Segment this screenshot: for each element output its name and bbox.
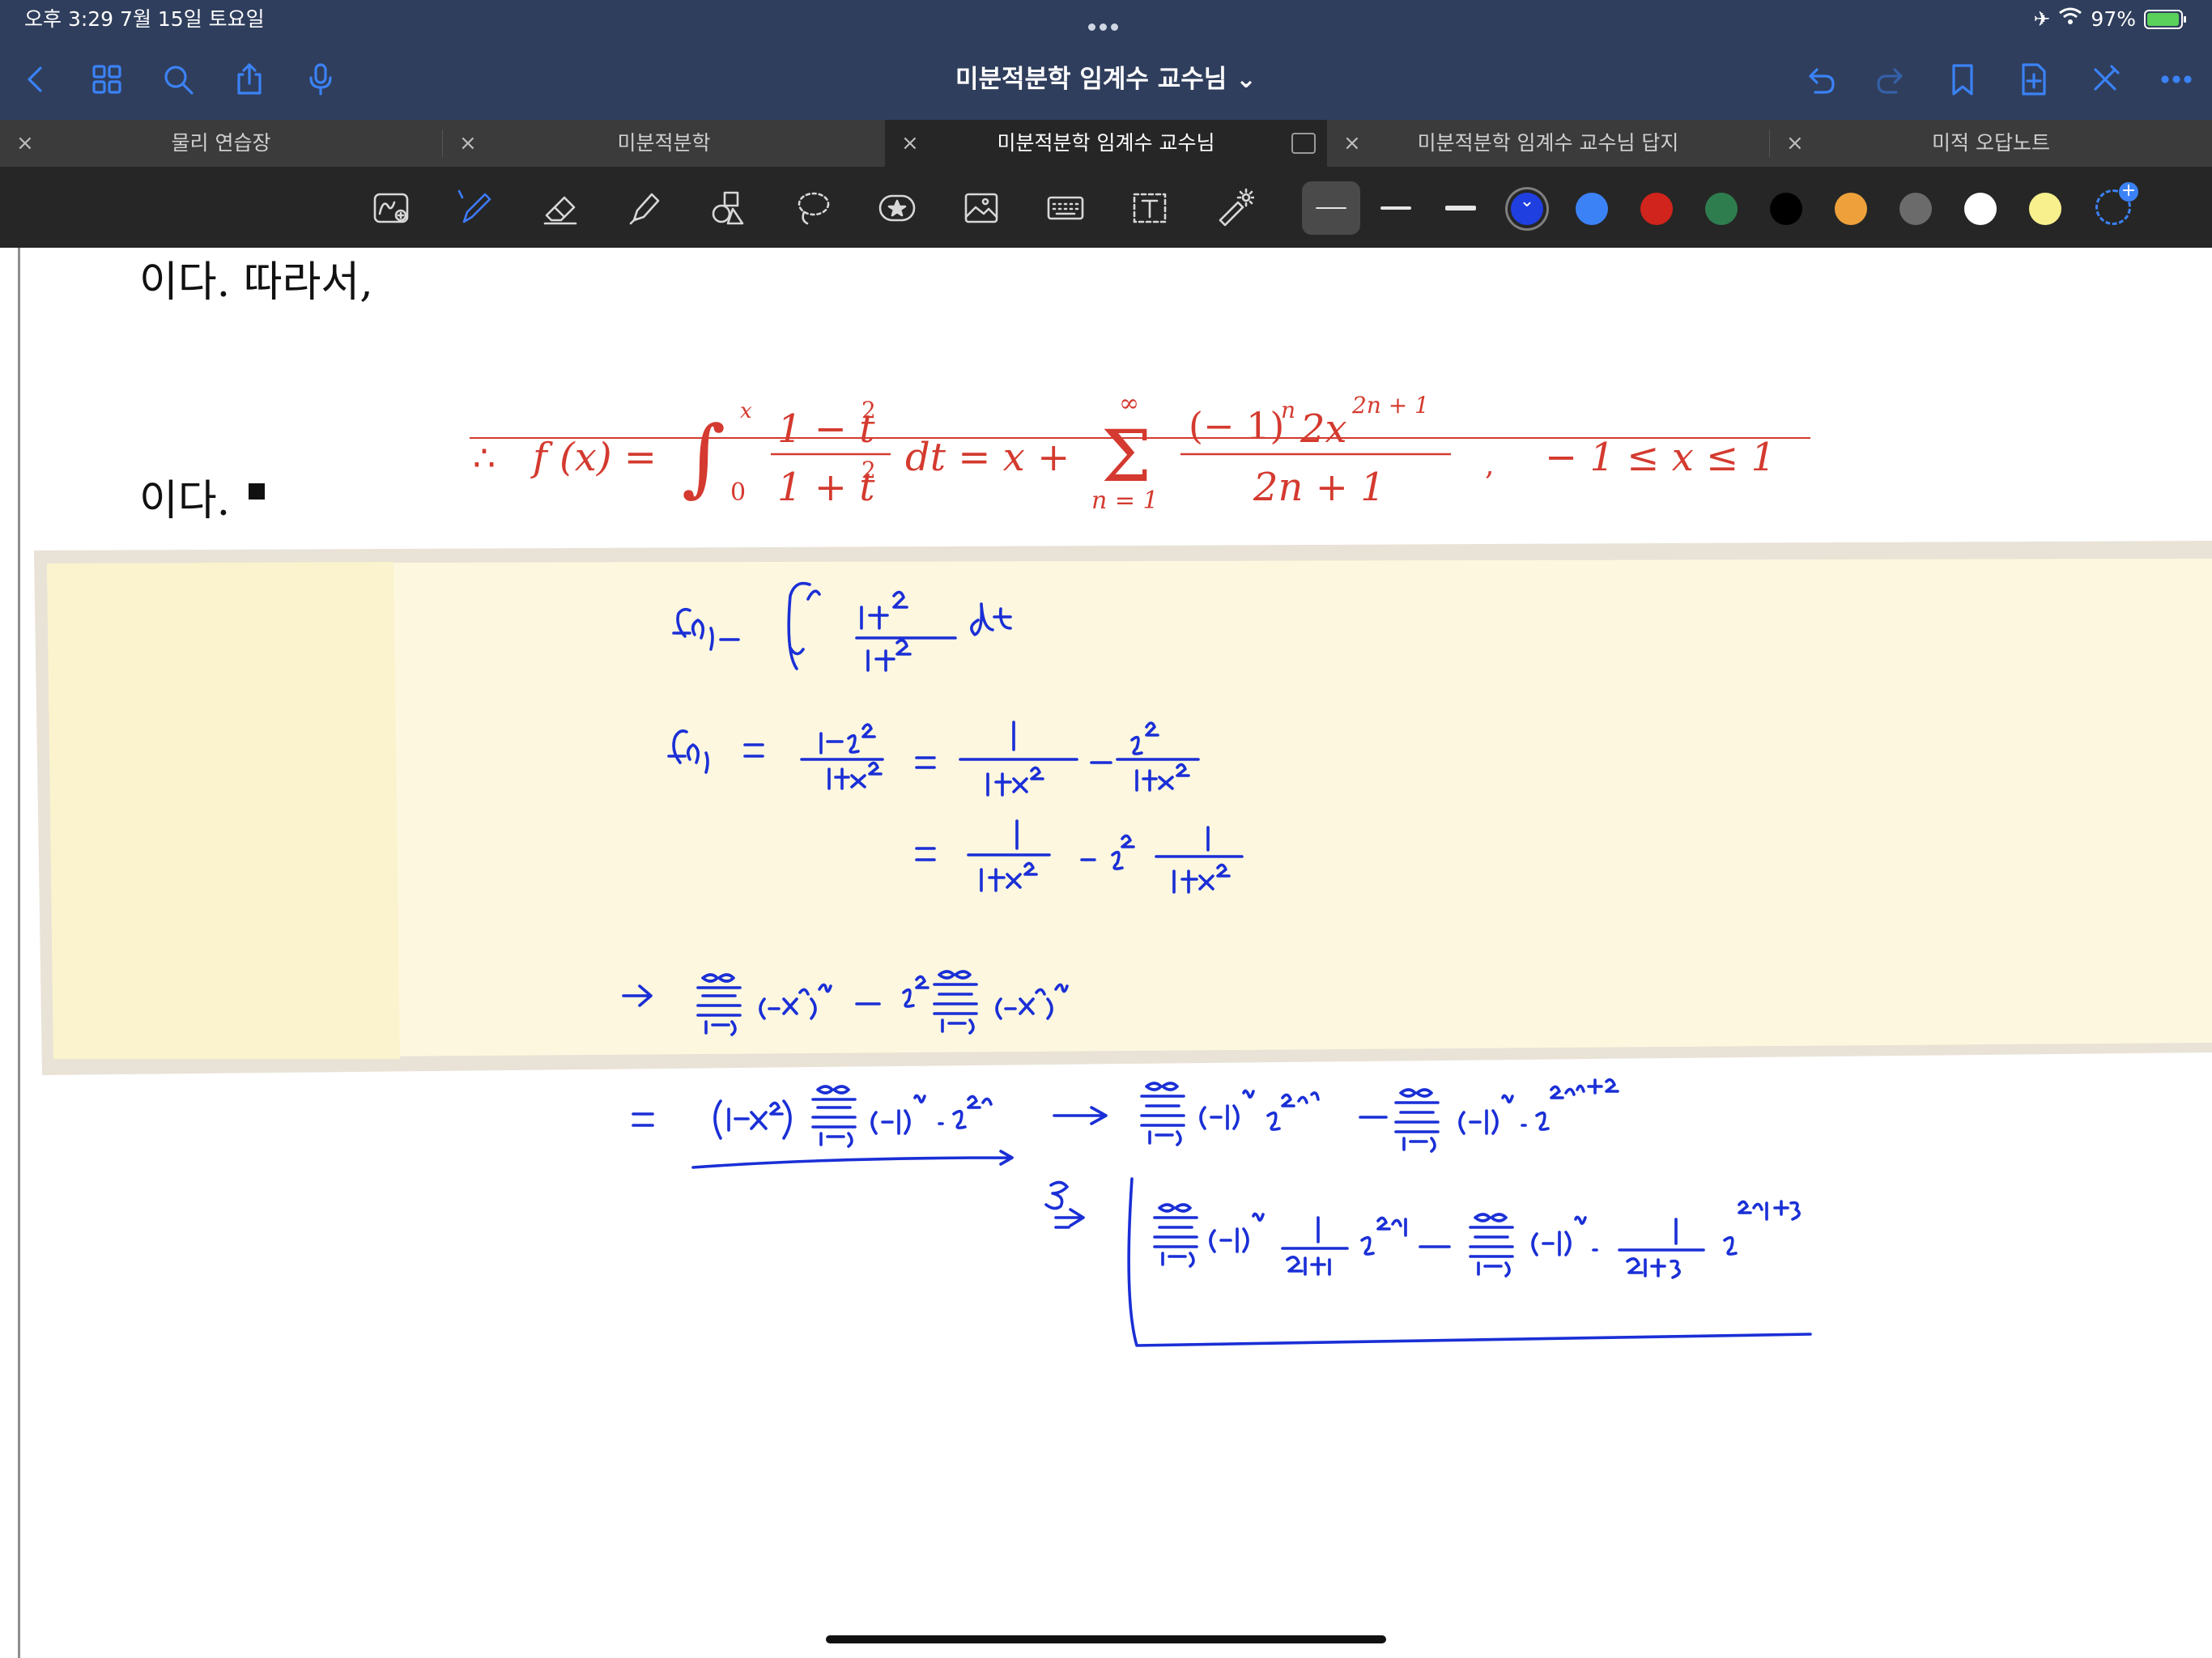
laser-pointer-icon[interactable] [1210, 185, 1258, 232]
navigation-bar: 미분적분학 임계수 교수님 ⌄ [0, 40, 2212, 118]
stroke-medium-option[interactable] [1367, 181, 1425, 235]
note-page[interactable]: 이다. 따라서, ∴ f (x) = ∫ x 0 1 − t 2 1 + t 2… [0, 248, 2212, 1658]
more-icon[interactable] [2154, 57, 2199, 102]
handwritten-solution [622, 581, 1812, 1347]
redo-icon[interactable] [1869, 57, 1914, 102]
bookmark-icon[interactable] [1940, 57, 1985, 102]
tab-calculus[interactable]: × 미분적분학 [443, 120, 885, 167]
scribble-icon[interactable] [368, 185, 416, 232]
close-tab-icon[interactable]: × [1343, 120, 1361, 167]
add-color-icon[interactable]: + [2095, 182, 2138, 225]
color-swatch[interactable] [1705, 193, 1738, 225]
document-title[interactable]: 미분적분학 임계수 교수님 ⌄ [863, 57, 1349, 102]
lasso-icon[interactable] [789, 185, 837, 232]
tab-label: 미분적분학 임계수 교수님 답지 [1417, 131, 1679, 155]
color-swatch[interactable] [1835, 193, 1867, 225]
tool-bar: + [0, 167, 2212, 248]
battery-percent: 97% [2091, 7, 2136, 31]
status-indicators: ✈ 97% [2033, 3, 2186, 36]
close-tab-icon[interactable]: × [1786, 120, 1804, 167]
color-swatch[interactable] [1964, 193, 1997, 225]
sticker-icon[interactable] [873, 185, 921, 232]
tab-label: 미적 오답노트 [1932, 131, 2050, 155]
battery-icon [2144, 10, 2186, 29]
close-tab-icon[interactable]: × [16, 120, 34, 167]
close-tab-icon[interactable]: × [459, 120, 477, 167]
tab-bar: × 물리 연습장 × 미분적분학 × 미분적분학 임계수 교수님 × 미분적분학… [0, 120, 2212, 167]
home-indicator[interactable] [826, 1635, 1386, 1643]
airplane-icon: ✈ [2033, 7, 2051, 31]
tab-label: 물리 연습장 [171, 131, 271, 155]
text-box-icon[interactable] [1125, 185, 1174, 232]
undo-icon[interactable] [1797, 57, 1843, 102]
stroke-thick-option[interactable] [1431, 181, 1490, 235]
microphone-icon[interactable] [298, 57, 343, 102]
close-tab-icon[interactable]: × [901, 120, 919, 167]
color-swatch[interactable] [1899, 193, 1932, 225]
color-swatch[interactable] [1640, 193, 1673, 225]
color-swatch[interactable] [1770, 193, 1802, 225]
close-pen-icon[interactable] [2082, 57, 2128, 102]
tab-calculus-professor[interactable]: × 미분적분학 임계수 교수님 [885, 120, 1327, 167]
stroke-thin-option[interactable] [1302, 181, 1360, 235]
keyboard-icon[interactable] [1041, 185, 1090, 232]
search-icon[interactable] [155, 57, 201, 102]
highlighter-icon[interactable] [620, 185, 669, 232]
shapes-icon[interactable] [704, 185, 753, 232]
color-swatch[interactable] [1576, 193, 1608, 225]
split-view-icon[interactable] [1291, 133, 1316, 154]
tab-label: 미분적분학 임계수 교수님 [997, 131, 1215, 155]
multitasking-dots[interactable] [1088, 8, 1124, 32]
wifi-icon [2058, 3, 2082, 36]
color-swatch[interactable] [1511, 191, 1543, 225]
eraser-icon[interactable] [536, 185, 585, 232]
tab-wrong-answer-note[interactable]: × 미적 오답노트 [1770, 120, 2212, 167]
tab-label: 미분적분학 [617, 131, 711, 155]
add-page-icon[interactable] [2011, 57, 2057, 102]
top-bar: 오후 3:29 7월 15일 토요일 ✈ 97% 미분적분학 임계수 교수님 ⌄ [0, 0, 2212, 120]
grid-view-icon[interactable] [84, 57, 130, 102]
app-window: 오후 3:29 7월 15일 토요일 ✈ 97% 미분적분학 임계수 교수님 ⌄… [0, 0, 2212, 1658]
image-icon[interactable] [957, 185, 1006, 232]
color-swatch[interactable] [2029, 193, 2061, 225]
back-icon[interactable] [13, 57, 58, 102]
tab-physics-practice[interactable]: × 물리 연습장 [0, 120, 442, 167]
pen-icon[interactable] [452, 185, 500, 232]
share-icon[interactable] [227, 57, 272, 102]
tab-calculus-answers[interactable]: × 미분적분학 임계수 교수님 답지 [1327, 120, 1769, 167]
status-time-date: 오후 3:29 7월 15일 토요일 [24, 7, 265, 31]
